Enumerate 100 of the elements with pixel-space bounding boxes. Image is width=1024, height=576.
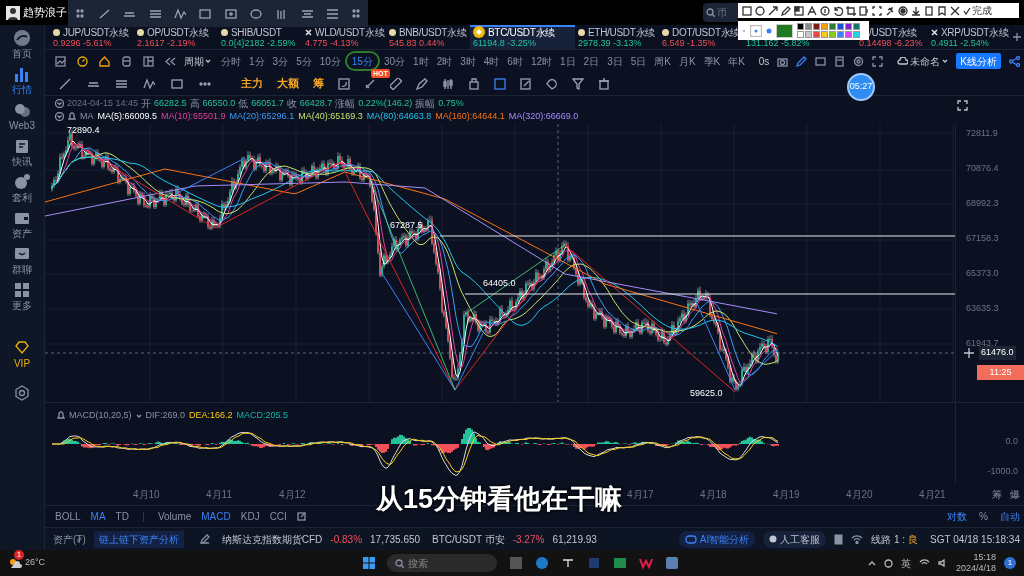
crosshair-add-icon[interactable] — [963, 346, 975, 359]
indicator-tab[interactable]: Volume — [157, 509, 192, 524]
color-swatch[interactable] — [797, 23, 804, 30]
office-icon[interactable] — [639, 556, 654, 570]
period-tab[interactable]: 5日 — [626, 51, 651, 71]
color-swatch[interactable] — [805, 23, 812, 30]
camera-icon[interactable] — [777, 55, 789, 67]
color-swatch[interactable] — [813, 31, 820, 38]
indicator-shortcut[interactable]: 主力 — [241, 75, 263, 92]
analysis-button[interactable]: K线分析 — [956, 53, 1001, 69]
period-tab[interactable]: 5分 — [292, 51, 316, 71]
wifi-icon[interactable] — [918, 559, 930, 567]
period-tab[interactable]: 分时 — [217, 51, 245, 71]
edit-icon[interactable] — [520, 77, 532, 90]
square-icon[interactable] — [742, 5, 752, 16]
bars-icon[interactable] — [275, 7, 288, 20]
pencil-icon[interactable] — [781, 5, 791, 16]
ruler-icon[interactable] — [390, 77, 402, 90]
wave-icon[interactable] — [173, 7, 186, 20]
download-icon[interactable] — [911, 5, 921, 16]
indicator-tab[interactable]: BOLL — [55, 509, 81, 524]
large-dot-icon[interactable] — [766, 27, 772, 34]
sidebar-item[interactable]: 快讯 — [1, 137, 43, 168]
record-icon[interactable] — [898, 5, 908, 16]
indicator-tab[interactable]: KDJ — [240, 509, 260, 524]
axis-toggle[interactable]: 爆 — [1010, 487, 1020, 502]
app-icon[interactable] — [665, 556, 680, 570]
windows-start-icon[interactable] — [363, 557, 376, 569]
scan-icon[interactable] — [872, 5, 882, 16]
color-swatch[interactable] — [829, 31, 836, 38]
copy-icon[interactable] — [494, 77, 506, 90]
expand-icon[interactable] — [957, 100, 968, 111]
mail-icon[interactable] — [613, 556, 628, 570]
color-swatch[interactable] — [776, 23, 793, 38]
color-swatch[interactable] — [837, 23, 844, 30]
period-tab[interactable]: 3日 — [603, 51, 627, 71]
line-icon[interactable] — [59, 77, 71, 90]
zigzag-line[interactable] — [369, 179, 566, 391]
fullscreen-icon[interactable] — [872, 55, 884, 67]
color-swatch[interactable] — [829, 23, 836, 30]
circle-icon[interactable] — [755, 5, 765, 16]
sidebar-item[interactable]: 套利 — [1, 173, 43, 204]
channel-icon[interactable] — [325, 7, 338, 20]
notification-badge[interactable]: 1 — [1004, 557, 1016, 569]
database-icon[interactable] — [121, 55, 132, 67]
number-icon[interactable] — [820, 5, 830, 16]
settings-icon[interactable] — [853, 55, 865, 67]
color-swatch[interactable] — [845, 31, 852, 38]
sidebar-item[interactable]: Web3 — [1, 101, 43, 132]
undo-icon[interactable] — [833, 5, 843, 16]
calculator-icon[interactable] — [834, 55, 846, 67]
color-swatch[interactable] — [837, 31, 844, 38]
ticker-tab[interactable]: JUP/USDT永续 0.9296 -5.61% — [50, 25, 134, 49]
rectangle-icon[interactable] — [199, 7, 212, 20]
period-tab[interactable]: 6时 — [503, 51, 527, 71]
period-dropdown[interactable]: 周期 — [184, 53, 211, 69]
rewind-icon[interactable] — [165, 55, 176, 67]
ticker-tab[interactable]: WLD/USDT永续 4.775 -4.13% — [302, 25, 386, 49]
period-tab[interactable]: 4时 — [479, 51, 504, 71]
arrow-icon[interactable] — [768, 5, 778, 16]
period-tab[interactable]: 季K — [699, 51, 725, 71]
bell-icon[interactable] — [68, 112, 76, 121]
gauge-icon[interactable] — [77, 55, 88, 67]
line-icon[interactable] — [98, 7, 110, 20]
ticker-tab[interactable]: BNB/USDT永续 545.83 0.44% — [386, 25, 470, 49]
sidebar-item[interactable]: 资产 — [1, 209, 43, 240]
input-method-indicator[interactable]: 英 — [900, 555, 911, 571]
ticker-tab[interactable]: ETH/USDT永续 2978.39 -3.13% — [575, 25, 659, 49]
indicator-shortcut[interactable]: 筹 — [313, 75, 324, 92]
collapse-icon[interactable] — [55, 99, 64, 108]
period-tab[interactable]: 2时 — [432, 51, 457, 71]
caret-icon[interactable] — [135, 412, 142, 419]
external-link-icon[interactable] — [296, 512, 306, 521]
period-tab[interactable]: 周K — [650, 51, 675, 71]
scale-option[interactable]: 对数 — [947, 509, 968, 524]
app-icon[interactable] — [561, 556, 576, 570]
ticker-tab[interactable]: OP/USDT永续 2.1617 -2.19% — [134, 25, 218, 49]
period-tab[interactable]: 月K — [674, 51, 700, 71]
copy-icon[interactable] — [924, 5, 934, 16]
asset-analysis-button[interactable]: 链上链下资产分析 — [93, 530, 184, 548]
period-tab[interactable]: 1时 — [409, 51, 433, 71]
settings-icon[interactable] — [14, 385, 30, 401]
rectangle-icon[interactable] — [171, 77, 183, 90]
period-tab[interactable]: 30分 — [379, 51, 410, 71]
collapse-icon[interactable] — [55, 112, 64, 121]
bell-icon[interactable] — [57, 411, 65, 421]
wave-icon[interactable] — [143, 77, 155, 90]
color-swatch[interactable] — [805, 31, 812, 38]
period-tab[interactable]: 3时 — [456, 51, 480, 71]
color-swatch[interactable] — [853, 31, 860, 38]
sidebar-item[interactable]: VIP — [1, 339, 43, 370]
period-tab[interactable]: 2日 — [579, 51, 604, 71]
period-tab[interactable]: 10分 — [315, 51, 345, 71]
sidebar-item[interactable]: 更多 — [1, 281, 43, 312]
save-icon[interactable] — [937, 5, 947, 16]
pencil-icon[interactable] — [199, 534, 210, 544]
color-swatch[interactable] — [845, 23, 852, 30]
indicator-shortcut[interactable]: 大额 — [277, 75, 299, 92]
browser-icon[interactable] — [535, 556, 550, 570]
lock-icon[interactable] — [468, 77, 480, 90]
